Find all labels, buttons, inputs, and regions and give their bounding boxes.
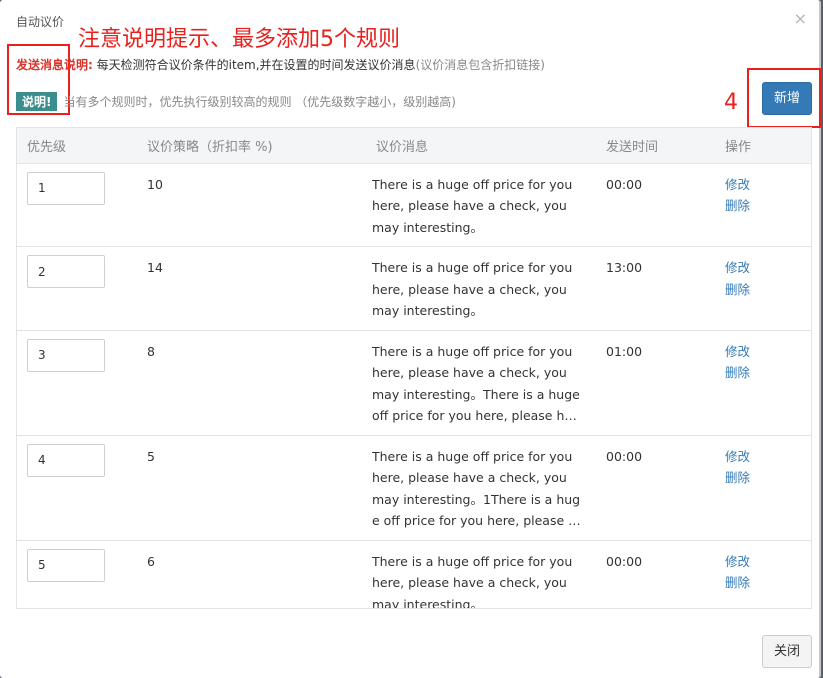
priority-cell [17, 246, 137, 331]
actions-cell: 修改 删除 [715, 163, 811, 247]
modal-title: 自动议价 [16, 15, 65, 29]
message-text: There is a huge off price for you here, … [372, 343, 580, 424]
header-strategy: 议价策略（折扣率 %) [137, 128, 366, 164]
priority-cell [17, 163, 137, 247]
message-cell: There is a huge off price for you here, … [366, 330, 596, 436]
delete-link[interactable]: 删除 [725, 467, 801, 489]
rules-table: 优先级 议价策略（折扣率 %) 议价消息 发送时间 操作 10There is … [16, 127, 812, 609]
send-time-cell: 01:00 [596, 330, 715, 436]
add-rule-button[interactable]: 新增 [762, 82, 812, 115]
actions-cell: 修改 删除 [715, 246, 811, 331]
message-cell: There is a huge off price for you here, … [366, 163, 596, 247]
priority-input[interactable] [27, 548, 105, 582]
actions-cell: 修改 删除 [715, 435, 811, 541]
priority-cell [17, 435, 137, 541]
table-row: 8There is a huge off price for you here,… [17, 330, 811, 436]
close-button[interactable]: 关闭 [762, 635, 812, 668]
priority-description: 说明! 当有多个规则时，优先执行级别较高的规则 （优先级数字越小，级别越高) [16, 92, 456, 111]
annotation-title: 注意说明提示、最多添加5个规则 [78, 27, 400, 52]
priority-description-text: 当有多个规则时，优先执行级别较高的规则 （优先级数字越小，级别越高) [63, 95, 456, 109]
priority-input[interactable] [27, 171, 105, 205]
header-message: 议价消息 [366, 128, 596, 164]
header-actions: 操作 [715, 128, 811, 164]
send-time-cell: 00:00 [596, 163, 715, 247]
edit-link[interactable]: 修改 [725, 446, 801, 468]
discount-cell: 14 [137, 246, 366, 331]
table-header-row: 优先级 议价策略（折扣率 %) 议价消息 发送时间 操作 [17, 128, 811, 164]
message-cell: There is a huge off price for you here, … [366, 246, 596, 331]
info-badge: 说明! [16, 92, 58, 111]
annotation-number: 4 [724, 90, 738, 115]
discount-cell: 6 [147, 553, 155, 569]
table-row: 5There is a huge off price for you here,… [17, 435, 811, 541]
send-time-cell: 00:00 [606, 553, 643, 569]
edit-link[interactable]: 修改 [725, 257, 801, 279]
message-cell: There is a huge off price for you here, … [366, 435, 596, 541]
close-icon[interactable]: × [794, 9, 807, 28]
message-text: There is a huge off price for you here, … [372, 553, 573, 609]
delete-link[interactable]: 删除 [725, 195, 801, 217]
send-time-cell: 00:00 [596, 435, 715, 541]
send-message-note: 发送消息说明: 每天检测符合议价条件的item,并在设置的时间发送议价消息(议价… [16, 56, 545, 73]
edit-link[interactable]: 修改 [725, 551, 801, 573]
priority-input[interactable] [27, 255, 105, 288]
discount-cell: 5 [137, 435, 366, 541]
header-priority: 优先级 [17, 128, 137, 164]
message-cell: There is a huge off price for you here, … [366, 540, 596, 609]
header-send-time: 发送时间 [596, 128, 715, 164]
priority-cell [17, 540, 137, 608]
message-text: There is a huge off price for you here, … [372, 260, 573, 318]
discount-cell: 8 [137, 330, 366, 436]
delete-link[interactable]: 删除 [725, 362, 801, 384]
message-text: There is a huge off price for you here, … [372, 448, 581, 529]
send-note-text: 每天检测符合议价条件的item,并在设置的时间发送议价消息 [92, 58, 416, 72]
edit-link[interactable]: 修改 [725, 341, 801, 363]
auto-bargain-modal: 自动议价 × 注意说明提示、最多添加5个规则 4 发送消息说明: 每天检测符合议… [0, 0, 821, 678]
priority-input[interactable] [27, 338, 105, 372]
edit-link[interactable]: 修改 [725, 174, 801, 196]
send-note-hint: (议价消息包含折扣链接) [415, 58, 545, 72]
actions-cell: 修改 删除 [715, 540, 811, 608]
send-time-cell: 13:00 [596, 246, 715, 331]
discount-cell: 10 [137, 163, 366, 247]
message-text: There is a huge off price for you here, … [372, 176, 573, 235]
priority-cell [17, 330, 137, 436]
table-row: 14There is a huge off price for you here… [17, 246, 811, 331]
table-row: 10There is a huge off price for you here… [17, 163, 811, 247]
actions-cell: 修改 删除 [715, 330, 811, 436]
delete-link[interactable]: 删除 [725, 572, 801, 594]
table-row: 6 There is a huge off price for you here,… [17, 540, 811, 609]
send-note-label: 发送消息说明: [16, 58, 93, 72]
delete-link[interactable]: 删除 [725, 279, 801, 301]
priority-input[interactable] [27, 443, 105, 477]
